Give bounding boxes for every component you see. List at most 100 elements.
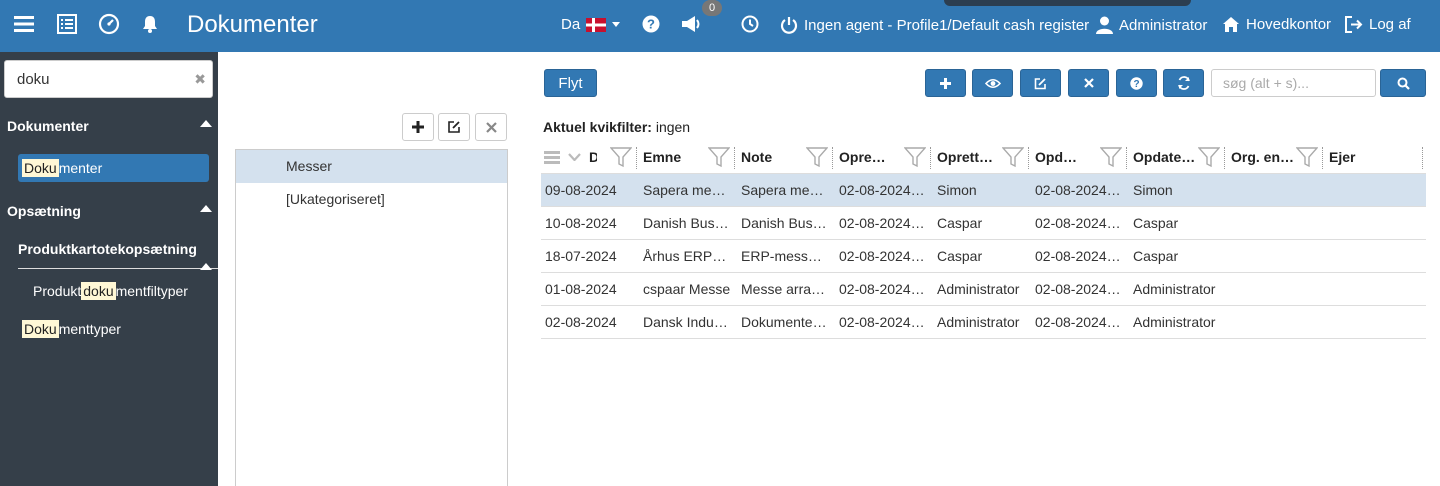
language-selector[interactable]: Da (561, 16, 621, 33)
column-header[interactable]: Opd… (1035, 141, 1100, 174)
table-cell (1231, 240, 1319, 273)
collapse-icon[interactable] (200, 205, 212, 212)
add-button[interactable] (925, 69, 966, 97)
user-menu[interactable]: Administrator (1096, 16, 1207, 34)
agent-selector[interactable]: Ingen agent - Profile1/Default cash regi… (780, 16, 1089, 34)
help-icon: ? (1130, 76, 1143, 90)
column-separator[interactable] (930, 147, 931, 169)
move-button[interactable]: Flyt (544, 69, 597, 97)
column-header[interactable]: Ejer (1329, 141, 1394, 174)
table-cell: Caspar (1133, 248, 1179, 264)
dashboard-icon[interactable] (97, 12, 121, 36)
table-cell: Simon (937, 182, 977, 198)
clear-search-icon[interactable]: ✖ (194, 71, 206, 88)
edit-category-button[interactable] (438, 113, 470, 141)
table-cell: Administrator (1133, 281, 1216, 297)
table-cell: ERP-mess… (741, 248, 822, 264)
table-cell (1231, 174, 1319, 207)
table-row[interactable]: 09-08-2024 Sapera me… Sapera me… 02-08-2… (541, 174, 1426, 207)
column-separator[interactable] (636, 147, 637, 169)
table-cell: 02-08-2024… (1035, 281, 1121, 297)
sidebar-item-dokumenttyper[interactable]: Doku menttyper (22, 320, 121, 338)
table-cell: Caspar (1133, 215, 1179, 231)
edit-icon (448, 121, 460, 133)
table-cell: Caspar (937, 215, 983, 231)
section-opsaetning[interactable]: Opsætning (7, 203, 81, 219)
table-row[interactable]: 02-08-2024 Dansk Indu… Dokumente… 02-08-… (541, 306, 1426, 339)
column-separator[interactable] (734, 147, 735, 169)
logout-link[interactable]: Log af (1345, 16, 1411, 33)
edit-button[interactable] (1020, 69, 1061, 97)
collapse-icon[interactable] (200, 263, 212, 270)
table-cell: 09-08-2024 (545, 182, 617, 198)
sidebar-item-dokumenter-label: Doku menter (22, 159, 103, 177)
sidebar-item-produktdokumentfiltyper[interactable]: Produkt doku mentfiltyper (33, 282, 188, 300)
column-separator[interactable] (1322, 147, 1323, 169)
table-cell: Dansk Indu… (643, 314, 728, 330)
view-button[interactable] (972, 69, 1013, 97)
column-separator[interactable] (832, 147, 833, 169)
table-cell (1329, 306, 1419, 339)
table-row[interactable]: 10-08-2024 Danish Bus… Danish Bus… 02-08… (541, 207, 1426, 240)
tree-item-ukategoriseret[interactable]: [Ukategoriseret] (236, 183, 507, 216)
column-header[interactable]: Org. en… (1231, 141, 1296, 174)
table-row[interactable]: 01-08-2024 cspaar Messe Messe arra… 02-0… (541, 273, 1426, 306)
column-separator[interactable] (1224, 147, 1225, 169)
notification-badge: 0 (702, 0, 722, 16)
filter-icon[interactable] (806, 147, 828, 168)
delete-category-button[interactable] (475, 113, 507, 141)
column-separator[interactable] (1126, 147, 1127, 169)
sort-chevron-icon[interactable] (568, 153, 581, 161)
help-button[interactable]: ? (1116, 69, 1157, 97)
column-separator[interactable] (1028, 147, 1029, 169)
table-row[interactable]: 18-07-2024 Århus ERP… ERP-mess… 02-08-20… (541, 240, 1426, 273)
filter-icon[interactable] (1296, 147, 1318, 168)
quickfilter-label: Aktuel kvikfilter: (543, 119, 652, 135)
plus-icon (940, 77, 951, 89)
search-button[interactable] (1380, 69, 1426, 97)
table-cell: Administrator (937, 281, 1020, 297)
menu-icon[interactable] (12, 12, 36, 36)
table-cell: Danish Bus… (643, 215, 729, 231)
section-produktkartotekopsaetning[interactable]: Produktkartotekopsætning (18, 241, 197, 257)
add-category-button[interactable] (402, 113, 434, 141)
column-header[interactable]: Emne (643, 141, 708, 174)
help-icon[interactable]: ? (639, 12, 663, 36)
table-cell: 02-08-2024… (839, 314, 925, 330)
clock-icon[interactable] (738, 12, 762, 36)
column-header[interactable]: Opre… (839, 141, 904, 174)
column-header[interactable]: Opdate… (1133, 141, 1198, 174)
refresh-button[interactable] (1163, 69, 1204, 97)
section-dokumenter[interactable]: Dokumenter (7, 118, 89, 134)
table-cell: Caspar (937, 248, 983, 264)
table-cell: 01-08-2024 (545, 281, 617, 297)
sidebar-search-input[interactable] (5, 61, 185, 97)
collapse-icon[interactable] (200, 120, 212, 127)
megaphone-icon[interactable] (680, 12, 704, 36)
bell-icon[interactable] (138, 12, 162, 36)
table-cell (1231, 306, 1319, 339)
list-icon[interactable] (55, 12, 79, 36)
filter-icon[interactable] (1100, 147, 1122, 168)
tree-item-messer[interactable]: Messer (236, 150, 507, 183)
column-menu-icon[interactable] (544, 151, 560, 164)
delete-button[interactable] (1068, 69, 1109, 97)
column-header[interactable]: Oprett… (937, 141, 1002, 174)
home-link[interactable]: Hovedkontor (1222, 16, 1331, 33)
language-label: Da (561, 16, 581, 33)
column-separator[interactable] (1422, 147, 1423, 169)
table-cell: 02-08-2024 (545, 314, 617, 330)
close-icon (485, 121, 497, 133)
filter-icon[interactable] (1002, 147, 1024, 168)
dropdown-tab (944, 0, 1191, 6)
table-cell (1231, 207, 1319, 240)
filter-icon[interactable] (904, 147, 926, 168)
table-cell: 02-08-2024… (1035, 248, 1121, 264)
filter-icon[interactable] (708, 147, 730, 168)
grid-search-input[interactable] (1212, 70, 1372, 96)
column-header[interactable]: D (589, 141, 597, 174)
filter-icon[interactable] (1198, 147, 1220, 168)
table-cell (1231, 273, 1319, 306)
filter-icon[interactable] (610, 147, 632, 168)
column-header[interactable]: Note (741, 141, 806, 174)
